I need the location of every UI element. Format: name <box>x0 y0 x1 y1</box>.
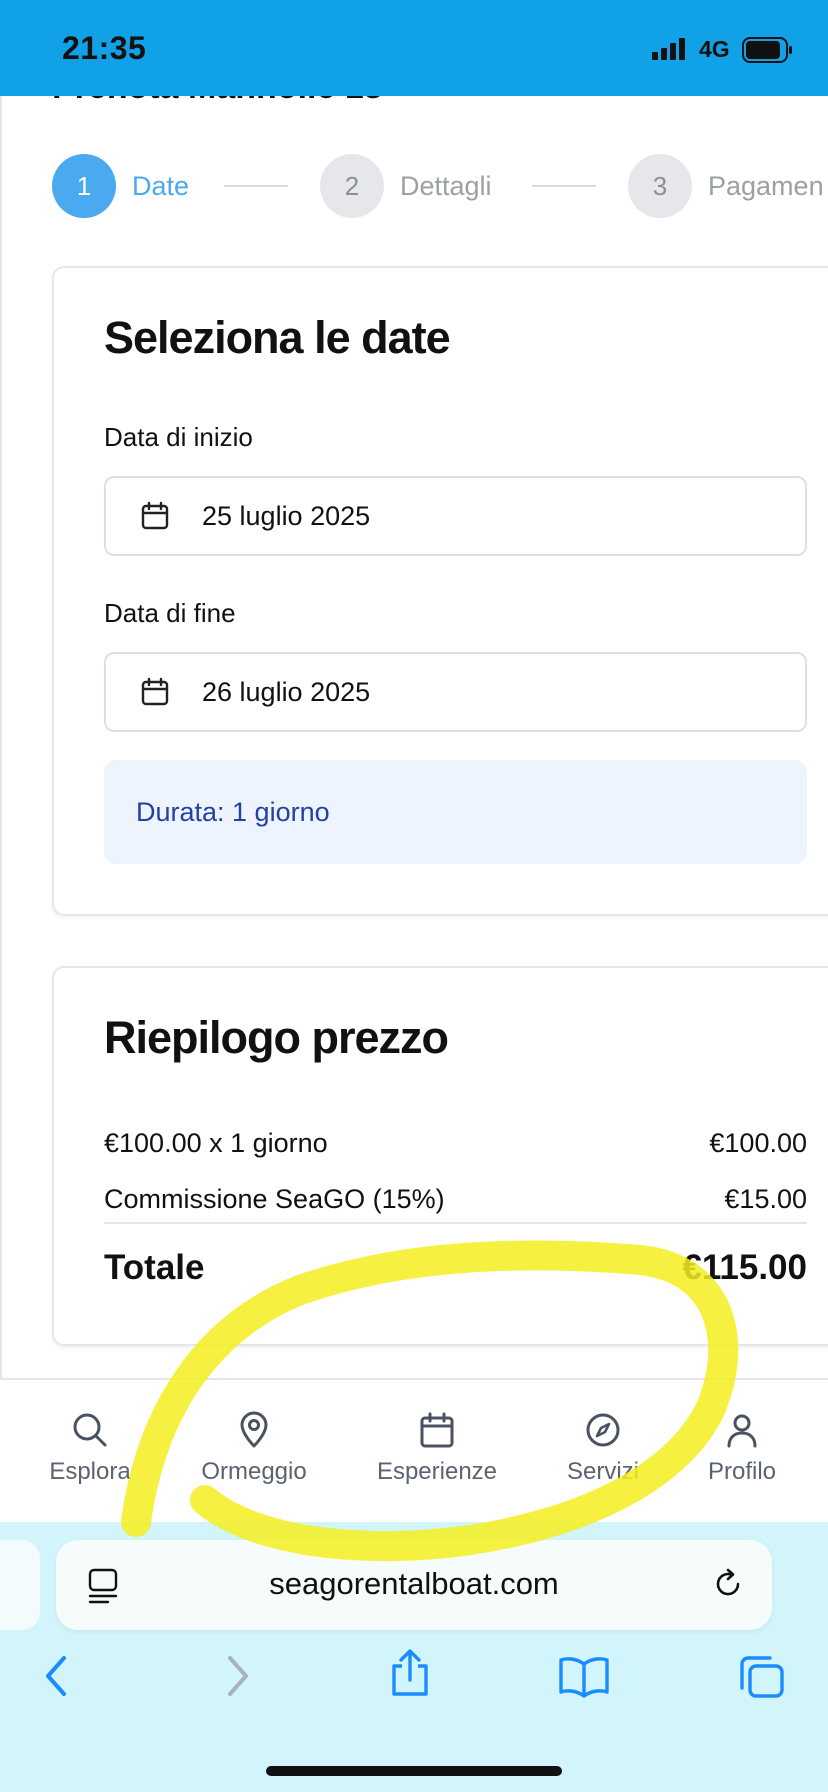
step-number: 1 <box>52 154 116 218</box>
nav-item-esperienze[interactable]: Esperienze <box>357 1410 517 1486</box>
reload-icon[interactable] <box>710 1566 746 1602</box>
price-summary-card: Riepilogo prezzo €100.00 x 1 giorno €100… <box>52 966 828 1346</box>
user-icon <box>727 1414 757 1448</box>
end-date-value: 26 luglio 2025 <box>202 676 371 707</box>
step-number: 2 <box>320 154 384 218</box>
step-label: Pagamen <box>708 170 824 201</box>
duration-text: Durata: 1 giorno <box>136 796 330 827</box>
duration-box: Durata: 1 giorno <box>104 760 807 864</box>
nav-label: Ormeggio <box>201 1458 307 1485</box>
step-label: Date <box>132 170 190 201</box>
step-details[interactable]: 2 Dettagli <box>320 154 492 218</box>
nav-item-profilo[interactable]: Profilo <box>662 1410 822 1486</box>
booking-page: Prenota Manholie 18 1 Date 2 Dettagli 3 … <box>0 96 828 1378</box>
step-connector <box>532 185 596 187</box>
status-bar: 21:35 4G <box>0 0 828 96</box>
total-value: €115.00 <box>682 1248 807 1287</box>
search-icon <box>73 1413 107 1447</box>
price-row-label: Commissione SeaGO (15%) <box>104 1184 445 1214</box>
dates-card: Seleziona le date Data di inizio 25 lugl… <box>52 266 828 916</box>
calendar-icon <box>420 1412 454 1448</box>
browser-toolbar: seagorentalboat.com <box>0 1522 828 1792</box>
battery-icon <box>742 37 792 63</box>
url-text: seagorentalboat.com <box>269 1566 559 1601</box>
nav-label: Esperienze <box>376 1458 498 1485</box>
share-icon[interactable] <box>388 1648 432 1698</box>
compass-icon <box>586 1413 620 1447</box>
price-row-value: €15.00 <box>724 1184 807 1214</box>
nav-label: Esplora <box>49 1458 131 1485</box>
nav-item-servizi[interactable]: Servizi <box>523 1410 683 1486</box>
calendar-icon <box>141 677 169 706</box>
nav-item-esplora[interactable]: Esplora <box>10 1410 170 1486</box>
tabs-icon[interactable] <box>736 1654 786 1700</box>
price-row-label: €100.00 x 1 giorno <box>104 1128 328 1158</box>
price-divider <box>104 1222 807 1224</box>
end-date-field[interactable]: 26 luglio 2025 <box>104 652 807 732</box>
home-indicator <box>266 1766 562 1776</box>
network-label: 4G <box>699 36 730 62</box>
price-row-value: €100.00 <box>709 1128 807 1158</box>
price-card-title: Riepilogo prezzo <box>104 1012 449 1063</box>
forward-icon[interactable] <box>218 1654 254 1698</box>
dates-card-title: Seleziona le date <box>104 312 451 363</box>
bookmarks-icon[interactable] <box>558 1654 610 1698</box>
start-date-field[interactable]: 25 luglio 2025 <box>104 476 807 556</box>
start-date-value: 25 luglio 2025 <box>202 500 371 531</box>
status-time: 21:35 <box>62 30 147 66</box>
price-row: Commissione SeaGO (15%) €15.00 <box>104 1184 807 1215</box>
end-date-label: Data di fine <box>104 598 236 628</box>
nav-label: Profilo <box>707 1458 777 1485</box>
signal-icon <box>652 38 685 60</box>
previous-tab-peek[interactable] <box>0 1540 40 1630</box>
bottom-nav: Esplora Ormeggio Esperienze Servizi Prof… <box>0 1378 828 1522</box>
total-row: Totale €115.00 <box>104 1248 807 1288</box>
nav-item-ormeggio[interactable]: Ormeggio <box>174 1410 334 1486</box>
step-date[interactable]: 1 Date <box>52 154 189 218</box>
step-payment[interactable]: 3 Pagamen <box>628 154 824 218</box>
start-date-label: Data di inizio <box>104 422 253 452</box>
back-icon[interactable] <box>40 1654 76 1698</box>
calendar-icon <box>141 501 169 530</box>
map-pin-icon <box>240 1411 268 1448</box>
step-number: 3 <box>628 154 692 218</box>
nav-label: Servizi <box>566 1458 639 1485</box>
step-connector <box>224 185 288 187</box>
price-row: €100.00 x 1 giorno €100.00 <box>104 1128 807 1159</box>
total-label: Totale <box>104 1248 205 1287</box>
step-label: Dettagli <box>400 170 492 201</box>
page-title: Prenota Manholie 18 <box>52 96 383 107</box>
address-bar[interactable]: seagorentalboat.com <box>56 1540 772 1630</box>
